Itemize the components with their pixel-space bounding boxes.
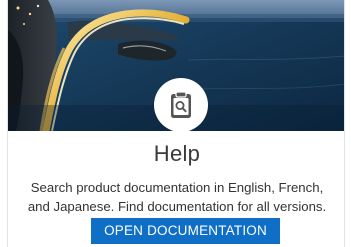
card-body: Help Search product documentation in Eng… (8, 131, 344, 247)
help-card: Help Search product documentation in Eng… (7, 0, 345, 247)
card-description: Search product documentation in English,… (27, 180, 327, 214)
hero-image (8, 0, 344, 131)
document-search-icon (154, 78, 208, 131)
open-documentation-button[interactable]: OPEN DOCUMENTATION (91, 218, 280, 244)
card-title: Help (153, 141, 201, 166)
